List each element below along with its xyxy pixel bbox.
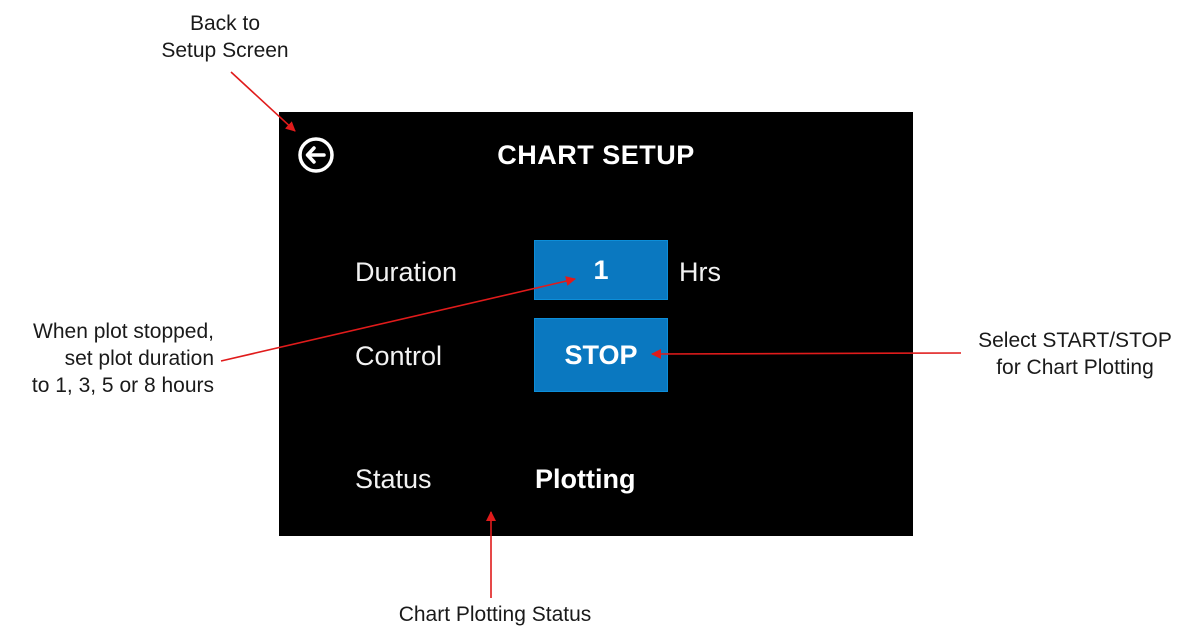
annotation-line: to 1, 3, 5 or 8 hours — [31, 374, 214, 397]
annotation-line: Select START/STOP — [978, 329, 1172, 352]
page-title: CHART SETUP — [497, 140, 695, 170]
chart-setup-screen: CHART SETUP Duration 1 Hrs Control STOP … — [279, 112, 913, 536]
annotation-back: Back to Setup Screen — [130, 10, 320, 64]
annotation-status: Chart Plotting Status — [370, 601, 620, 628]
duration-button[interactable]: 1 — [534, 240, 668, 300]
start-stop-button[interactable]: STOP — [534, 318, 668, 392]
duration-label: Duration — [355, 257, 458, 287]
annotation-line: Setup Screen — [161, 39, 289, 62]
annotation-line: When plot stopped, — [33, 320, 214, 343]
status-value: Plotting — [535, 464, 636, 494]
status-label: Status — [355, 464, 432, 494]
annotation-line: Chart Plotting Status — [398, 603, 592, 626]
annotation-line: set plot duration — [64, 347, 214, 370]
annotation-control: Select START/STOP for Chart Plotting — [965, 327, 1185, 381]
annotation-duration: When plot stopped, set plot duration to … — [0, 318, 214, 399]
control-label: Control — [355, 341, 443, 371]
annotation-line: Back to — [189, 12, 261, 35]
duration-unit: Hrs — [679, 257, 721, 287]
annotation-line: for Chart Plotting — [996, 356, 1154, 379]
